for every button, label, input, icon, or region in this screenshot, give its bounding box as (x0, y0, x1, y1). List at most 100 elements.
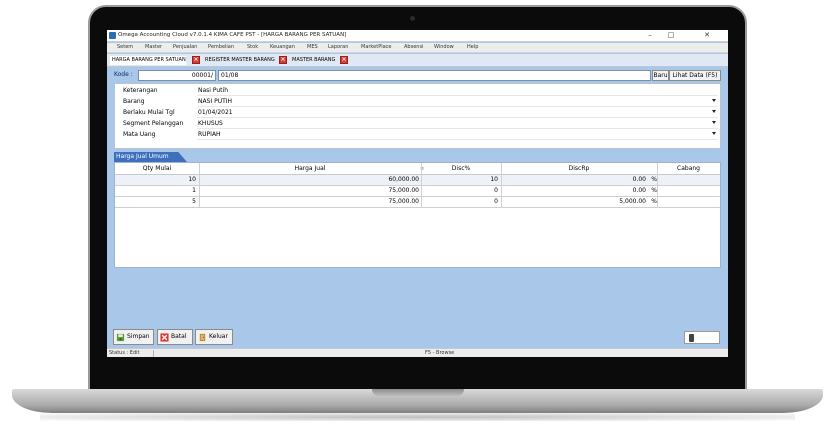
chevron-down-icon[interactable] (712, 110, 716, 113)
menu-marketplace[interactable]: MarketPlace (361, 44, 391, 50)
column-divider (501, 163, 502, 208)
col-disc-pct[interactable]: Disc% (421, 165, 501, 172)
cell-disc-rp[interactable]: 0.00 (501, 176, 646, 183)
cell-disc-pct[interactable]: 10 (421, 176, 498, 183)
barang-value: NASI PUTIH (198, 98, 233, 105)
cell-disc-pct[interactable]: 0 (421, 187, 498, 194)
close-button[interactable]: ✕ (697, 30, 717, 41)
laptop-notch (372, 389, 464, 396)
header-form: Keterangan Nasi Putih Barang NASI PUTIH … (114, 83, 721, 149)
tab-master-barang[interactable]: MASTER BARANG (290, 56, 335, 65)
kode-prefix-field[interactable]: 00001/ (138, 70, 216, 81)
close-icon[interactable]: × (279, 56, 287, 64)
menu-absensi[interactable]: Absensi (404, 44, 423, 50)
cell-unit: % (651, 187, 657, 194)
cell-qty[interactable]: 5 (115, 198, 196, 205)
cancel-icon (160, 333, 169, 342)
keluar-button[interactable]: Keluar (195, 329, 233, 345)
col-disc-rp[interactable]: DiscRp (501, 165, 657, 172)
cell-unit: % (651, 198, 657, 205)
grid-header: Qty Mulai Harga Jual ≡ Disc% DiscRp Caba… (115, 163, 720, 175)
berlaku-date-select[interactable]: 01/04/2021 (197, 108, 718, 118)
chevron-down-icon[interactable] (712, 121, 716, 124)
table-row[interactable]: 1 75,000.00 0 0.00 % (115, 186, 720, 197)
segment-value: KHUSUS (198, 120, 223, 127)
window-title: Omega Accounting Cloud v7.0.1.4 KIMA CAF… (118, 32, 347, 38)
col-cabang[interactable]: Cabang (657, 165, 720, 172)
minimize-button[interactable]: – (640, 30, 660, 41)
berlaku-value: 01/04/2021 (198, 109, 233, 116)
cell-qty[interactable]: 10 (115, 176, 196, 183)
cell-disc-rp[interactable]: 5,000.00 (501, 198, 646, 205)
form-row-keterangan: Keterangan Nasi Putih (115, 86, 720, 97)
status-hint: F5 - Browse (425, 350, 455, 356)
cell-unit: % (651, 176, 657, 183)
app-logo-icon (109, 32, 116, 39)
title-bar: Omega Accounting Cloud v7.0.1.4 KIMA CAF… (107, 30, 728, 42)
simpan-label: Simpan (127, 333, 150, 340)
table-row[interactable]: 5 75,000.00 0 5,000.00 % (115, 197, 720, 208)
column-divider (199, 163, 200, 208)
laptop-shadow (40, 413, 795, 421)
action-bar: Simpan Batal Keluar (107, 327, 728, 347)
app-window: Omega Accounting Cloud v7.0.1.4 KIMA CAF… (107, 30, 728, 357)
exit-door-icon (199, 333, 206, 342)
col-qty-mulai[interactable]: Qty Mulai (115, 165, 199, 172)
keluar-label: Keluar (209, 333, 228, 340)
mata-uang-select[interactable]: RUPIAH (197, 130, 718, 140)
status-mode: Status : Edit (109, 350, 140, 356)
close-icon[interactable]: × (192, 56, 200, 64)
form-row-mata-uang: Mata Uang RUPIAH (115, 130, 720, 141)
storage-button[interactable] (684, 331, 720, 344)
segment-select[interactable]: KHUSUS (197, 119, 718, 129)
tab-register-master-barang[interactable]: REGISTER MASTER BARANG (203, 56, 275, 65)
cell-disc-rp[interactable]: 0.00 (501, 187, 646, 194)
mata-uang-label: Mata Uang (123, 131, 156, 138)
keterangan-label: Keterangan (123, 87, 158, 94)
cell-disc-pct[interactable]: 0 (421, 198, 498, 205)
group-header[interactable]: Harga Jual Umum (114, 152, 187, 162)
menu-penjualan[interactable]: Penjualan (173, 44, 197, 50)
tab-harga-barang[interactable]: HARGA BARANG PER SATUAN (110, 56, 186, 65)
menu-laporan[interactable]: Laporan (328, 44, 348, 50)
lihat-data-button[interactable]: Lihat Data (F5) (669, 70, 721, 81)
menu-setem[interactable]: Setem (117, 44, 133, 50)
chevron-down-icon[interactable] (712, 99, 716, 102)
menu-stok[interactable]: Stok (247, 44, 258, 50)
batal-label: Batal (171, 333, 187, 340)
column-divider (421, 163, 422, 208)
menu-keuangan[interactable]: Keuangan (270, 44, 295, 50)
cell-qty[interactable]: 1 (115, 187, 196, 194)
cell-harga[interactable]: 60,000.00 (199, 176, 419, 183)
simpan-button[interactable]: Simpan (113, 329, 154, 345)
kode-field[interactable]: 01/08 (218, 70, 651, 81)
close-icon[interactable]: × (340, 56, 348, 64)
menu-pembelian[interactable]: Pembelian (208, 44, 234, 50)
status-divider (153, 350, 154, 357)
berlaku-label: Berlaku Mulai Tgl (123, 109, 175, 116)
keterangan-field[interactable]: Nasi Putih (197, 86, 718, 96)
menu-master[interactable]: Master (145, 44, 162, 50)
document-tabs: HARGA BARANG PER SATUAN × REGISTER MASTE… (107, 54, 728, 67)
segment-label: Segment Pelanggan (123, 120, 184, 127)
kode-label: Kode : (114, 71, 133, 78)
menu-help[interactable]: Help (467, 44, 478, 50)
batal-button[interactable]: Batal (157, 329, 193, 345)
camera-icon (410, 16, 415, 21)
column-divider (657, 163, 658, 208)
mata-uang-value: RUPIAH (198, 131, 221, 138)
chevron-down-icon[interactable] (712, 132, 716, 135)
form-row-barang: Barang NASI PUTIH (115, 97, 720, 108)
status-bar: Status : Edit F5 - Browse (107, 348, 728, 357)
cell-harga[interactable]: 75,000.00 (199, 187, 419, 194)
menu-bar: Setem Master Penjualan Pembelian Stok Ke… (107, 43, 728, 53)
cell-harga[interactable]: 75,000.00 (199, 198, 419, 205)
table-row[interactable]: 10 60,000.00 10 0.00 % (115, 175, 720, 186)
menu-window[interactable]: Window (434, 44, 454, 50)
maximize-button[interactable]: □ (661, 30, 681, 41)
barang-select[interactable]: NASI PUTIH (197, 97, 718, 107)
col-harga-jual[interactable]: Harga Jual (199, 165, 421, 172)
form-row-berlaku: Berlaku Mulai Tgl 01/04/2021 (115, 108, 720, 119)
baru-button[interactable]: Baru (652, 70, 669, 81)
menu-mes[interactable]: MES (307, 44, 318, 50)
